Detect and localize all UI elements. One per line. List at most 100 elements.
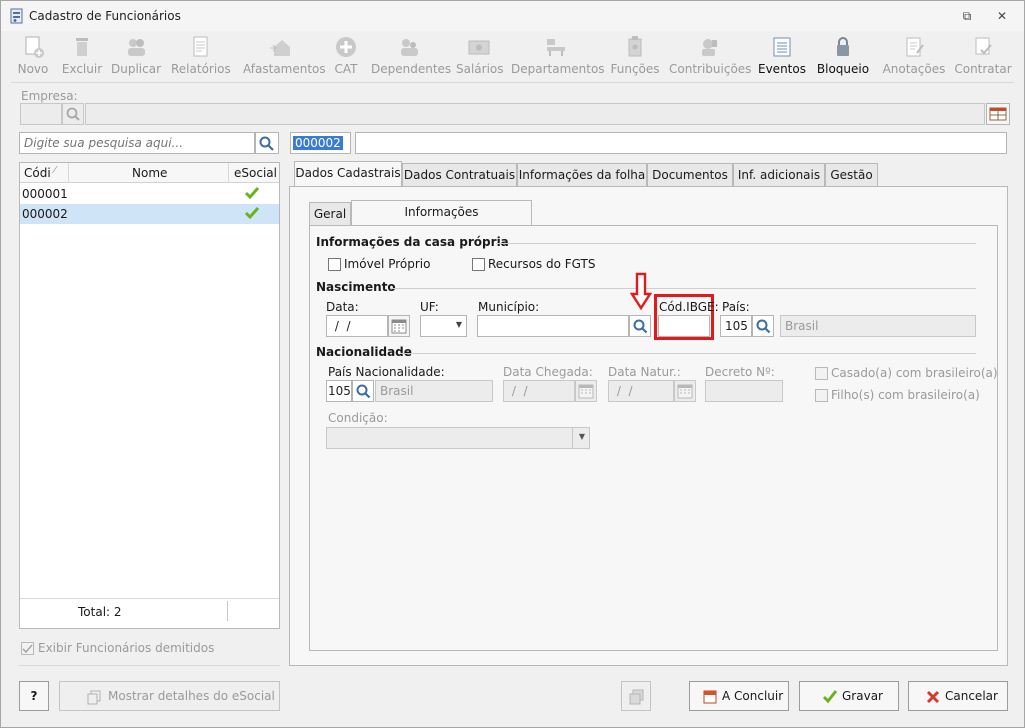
data-nascimento-field[interactable] [326, 315, 388, 337]
empresa-code-field[interactable] [20, 103, 62, 125]
toolbar-departamentos[interactable]: Departamentos [511, 35, 605, 79]
contract-check-icon [975, 37, 992, 55]
data-chegada-field[interactable] [503, 380, 575, 402]
tab-gestao[interactable]: Gestão [825, 163, 878, 187]
show-dismissed-checkbox[interactable] [21, 642, 34, 655]
search-icon [66, 107, 80, 121]
tab-informacoes-folha[interactable]: Informações da folha [517, 163, 647, 187]
empresa-search-button[interactable] [62, 103, 84, 125]
toolbar-excluir[interactable]: Excluir [61, 35, 103, 79]
toolbar-bloqueio[interactable]: Bloqueio [815, 35, 871, 79]
filho-brasileiro-checkbox[interactable] [815, 389, 828, 402]
empresa-name-field[interactable] [85, 103, 985, 125]
toolbar-duplicar[interactable]: Duplicar [111, 35, 161, 79]
calendar-icon [391, 319, 407, 334]
toolbar-afastamentos[interactable]: Afastamentos [243, 35, 326, 79]
data-natur-label: Data Natur.: [608, 365, 681, 379]
decreto-field[interactable] [705, 380, 783, 402]
toolbar: Novo Excluir Duplicar Relatórios Afastam… [1, 31, 1024, 81]
search-input[interactable] [19, 132, 255, 154]
pais-code-field[interactable] [720, 315, 752, 337]
pais-nacionalidade-search-button[interactable] [352, 380, 374, 402]
decreto-label: Decreto Nº: [705, 365, 775, 379]
concluir-button[interactable]: A Concluir [689, 681, 789, 711]
search-icon [633, 319, 648, 334]
list-header: Códi ⁄ Nome eSocial [20, 163, 279, 183]
toolbar-eventos[interactable]: Eventos [758, 35, 806, 79]
pais-label: País: [722, 300, 750, 314]
imovel-proprio-checkbox[interactable] [328, 258, 341, 271]
help-button[interactable]: ? [19, 681, 49, 711]
toolbar-funcoes[interactable]: Funções [610, 35, 660, 79]
title-bar: Cadastro de Funcionários ⧉ ✕ [1, 1, 1024, 31]
nacionalidade-title: Nacionalidade [316, 345, 412, 359]
agenda-icon [703, 690, 717, 704]
sort-icon: ⁄ [54, 165, 56, 176]
selected-code-value: 000002 [293, 136, 343, 150]
table-row[interactable]: 000001 [20, 184, 279, 204]
table-row[interactable]: 000002 [20, 204, 279, 224]
window-title: Cadastro de Funcionários [29, 9, 181, 23]
toolbar-relatorios[interactable]: Relatórios [171, 35, 231, 79]
selected-name-field[interactable] [355, 132, 1007, 154]
tab-dados-cadastrais[interactable]: Dados Cadastrais [294, 161, 402, 187]
subtab-informacoes-complementares[interactable]: Informações Complementares [351, 200, 532, 241]
toolbar-contribuicoes[interactable]: Contribuições [669, 35, 751, 79]
chevron-down-icon: ▼ [578, 432, 585, 441]
tab-content: Geral Informações Complementares Informa… [289, 186, 1008, 666]
header-code[interactable]: Códi [24, 166, 51, 180]
toolbar-novo[interactable]: Novo [15, 35, 51, 79]
recursos-fgts-checkbox[interactable] [472, 258, 485, 271]
municipio-search-button[interactable] [629, 315, 651, 337]
search-icon [259, 136, 274, 151]
subtab-geral[interactable]: Geral [309, 202, 351, 226]
data-natur-calendar-button[interactable] [674, 380, 696, 402]
gravar-button[interactable]: Gravar [799, 681, 899, 711]
header-esocial[interactable]: eSocial [234, 166, 277, 180]
uf-select[interactable]: ▼ [420, 315, 467, 337]
empresa-calendar-button[interactable] [986, 103, 1010, 125]
pais-nacionalidade-name-field[interactable] [375, 380, 493, 402]
tab-dados-contratuais[interactable]: Dados Contratuais [402, 163, 517, 187]
cancelar-button[interactable]: Cancelar [908, 681, 1008, 711]
mostrar-esocial-button[interactable]: Mostrar detalhes do eSocial [59, 681, 280, 711]
header-nome[interactable]: Nome [132, 166, 167, 180]
filho-brasileiro-label: Filho(s) com brasileiro(a) [831, 388, 980, 402]
condicao-select[interactable]: ▼ [326, 427, 590, 449]
toolbar-salarios[interactable]: Salários [456, 35, 504, 79]
casado-brasileiro-checkbox[interactable] [815, 367, 828, 380]
cod-ibge-field[interactable] [658, 315, 710, 337]
refresh-button[interactable] [621, 681, 651, 711]
pais-nacionalidade-code-field[interactable] [326, 380, 352, 402]
check-icon [822, 690, 838, 704]
events-list-icon [773, 37, 791, 57]
pais-name-field[interactable] [780, 315, 976, 337]
toolbar-anotacoes[interactable]: Anotações [881, 35, 947, 79]
recursos-fgts-label: Recursos do FGTS [488, 257, 596, 271]
close-button[interactable]: ✕ [993, 7, 1011, 25]
tab-documentos[interactable]: Documentos [647, 163, 733, 187]
selected-code-field[interactable]: 000002 [290, 132, 351, 154]
red-arrow-down-icon [630, 272, 652, 311]
empresa-label: Empresa: [21, 89, 78, 103]
toolbar-cat[interactable]: CAT [331, 35, 361, 79]
pais-search-button[interactable] [752, 315, 774, 337]
restore-button[interactable]: ⧉ [958, 7, 976, 25]
notes-icon [906, 37, 924, 57]
calendar-icon [677, 384, 693, 399]
data-nascimento-calendar-button[interactable] [388, 315, 410, 337]
toolbar-contratar[interactable]: Contratar [954, 35, 1012, 79]
data-natur-field[interactable] [608, 380, 674, 402]
municipio-field[interactable] [477, 315, 629, 337]
dependents-icon [401, 39, 418, 56]
nascimento-title: Nascimento [316, 280, 396, 294]
toolbar-dependentes[interactable]: Dependentes [371, 35, 451, 79]
duplicate-users-icon [128, 39, 145, 56]
tab-inf-adicionais[interactable]: Inf. adicionais [733, 163, 825, 187]
check-icon [22, 644, 33, 654]
copy-records-icon [629, 689, 644, 705]
data-chegada-calendar-button[interactable] [575, 380, 597, 402]
search-button[interactable] [255, 132, 279, 154]
trash-icon [76, 38, 88, 56]
department-icon [547, 39, 565, 56]
